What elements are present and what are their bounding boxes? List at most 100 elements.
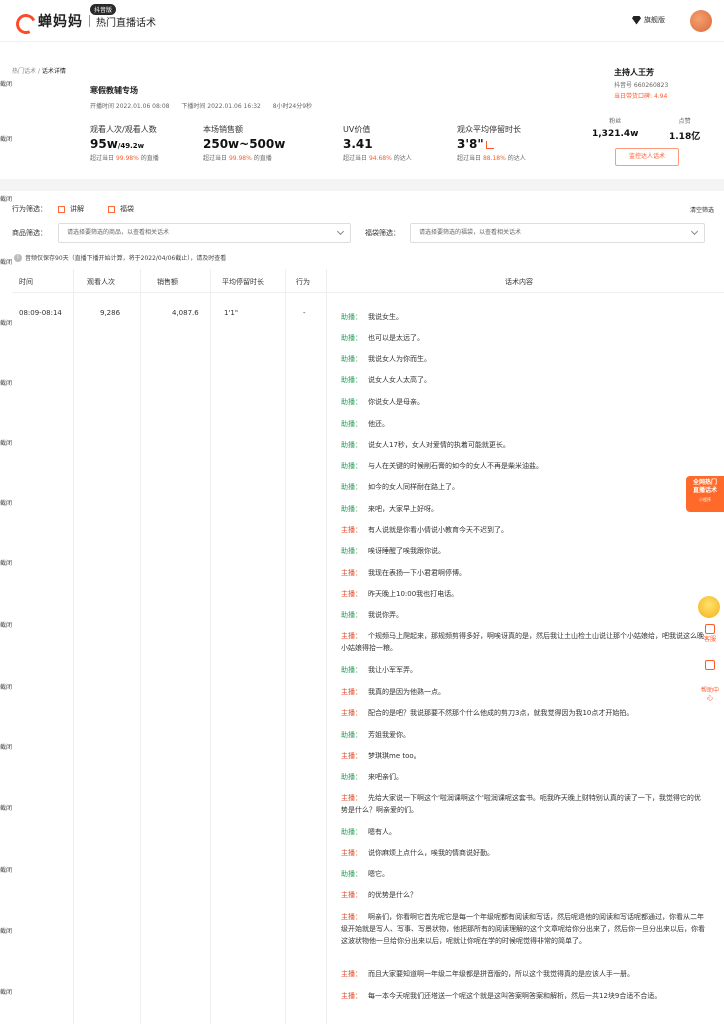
host-name[interactable]: 主持人王芳	[614, 67, 668, 78]
host-role-label: 主播：	[341, 913, 362, 921]
end-time: 下播时间 2022.01.06 16:32	[181, 103, 261, 110]
side-label: 截闭	[0, 259, 13, 266]
breadcrumb-current: 话术详情	[41, 68, 66, 75]
speech-text: 唉讶睡醒了唉我跟你说。	[368, 547, 445, 555]
assistant-role-label: 助播：	[341, 334, 362, 342]
assistant-role-label: 助播：	[341, 313, 362, 321]
select-placeholder: 请选择要筛选的福袋，以查看相关话术	[419, 229, 522, 236]
speech-text: 昨天晚上10:00我也打电话。	[368, 590, 459, 598]
side-label: 截闭	[0, 622, 13, 629]
speech-text: 如今的女人同样耐在路上了。	[368, 483, 459, 491]
speech-text: 有人说就是你看小倩说小教育今天不迟到了。	[368, 526, 508, 534]
live-times: 开播时间 2022.01.06 08:08 下播时间 2022.01.06 16…	[90, 101, 322, 110]
logo[interactable]: 蝉妈妈 抖音版 热门直播话术	[14, 4, 156, 31]
speech-line: 助播： 我说你弄。	[341, 609, 706, 621]
col-action: 行为	[296, 278, 310, 286]
host-role-label: 主播：	[341, 688, 362, 696]
fans-value: 1,321.4w	[592, 129, 639, 139]
mascot-icon[interactable]	[698, 596, 720, 618]
speech-text: 来吧亲们。	[368, 773, 403, 781]
speech-line: 助播： 我说女人为你而生。	[341, 353, 706, 365]
speech-text: 他还。	[368, 420, 389, 428]
qrcode-icon	[705, 660, 715, 670]
speech-text: 芳姐我爱你。	[368, 731, 410, 739]
stat-label: 观看人次/观看人数	[90, 125, 157, 134]
speech-line: 主播： 梦琪琪me too。	[341, 750, 706, 762]
stat-value: 250w~500w	[203, 137, 286, 151]
reputation-value: 4.94	[653, 93, 668, 100]
help-center-button[interactable]: 帮助中心	[700, 687, 720, 703]
stat-value: 95w	[90, 137, 118, 151]
column-divider	[285, 269, 286, 1024]
column-divider	[73, 269, 74, 1024]
assistant-role-label: 助播：	[341, 441, 362, 449]
column-divider	[210, 269, 211, 1024]
side-label: 截闭	[0, 81, 13, 88]
assistant-role-label: 助播：	[341, 547, 362, 555]
speech-text: 梦琪琪me too。	[368, 752, 421, 760]
speech-line: 助播： 嗯有人。	[341, 826, 706, 838]
assistant-role-label: 助播：	[341, 731, 362, 739]
col-speech: 话术内容	[505, 278, 533, 286]
col-sales: 销售额	[157, 278, 178, 286]
stat-compare-pct: 94.68%	[368, 155, 392, 162]
select-placeholder: 请选择要筛选的商品，以查看相关话术	[67, 229, 170, 236]
host-role-label: 主播：	[341, 849, 362, 857]
stat-stay: 观众平均停留时长 3'8" 超过当日 88.18% 的达人	[457, 124, 526, 162]
hot-speech-mini-program[interactable]: 全网热门 直播话术 小程序	[686, 476, 724, 512]
speech-line: 助播： 唉讶睡醒了唉我跟你说。	[341, 545, 706, 557]
stat-compare-prefix: 超过当日	[203, 155, 228, 162]
speech-text: 我说女生。	[368, 313, 403, 321]
assistant-role-label: 助播：	[341, 828, 362, 836]
side-label: 截闭	[0, 867, 13, 874]
speech-line: 主播： 而且大家要知道啊一年级二年级都是拼音版的，所以这个我觉得真的是应该人手一册…	[341, 968, 706, 980]
cell-stay: 1'1"	[224, 309, 239, 317]
breadcrumb-parent[interactable]: 热门话术	[12, 68, 36, 75]
likes-label: 点赞	[678, 118, 691, 125]
stat-compare-prefix: 超过当日	[457, 155, 482, 162]
stat-compare-pct: 88.18%	[482, 155, 506, 162]
host-role-label: 主播：	[341, 526, 362, 534]
speech-line: 主播： 的优势是什么？	[341, 889, 706, 901]
assistant-role-label: 助播：	[341, 773, 362, 781]
side-label: 截闭	[0, 928, 13, 935]
filter-explain-checkbox[interactable]: 讲解	[58, 204, 84, 214]
user-avatar[interactable]	[690, 10, 712, 32]
col-time: 时间	[19, 278, 33, 286]
assistant-role-label: 助播：	[341, 505, 362, 513]
speech-line: 主播： 我真的是因为他熟一点。	[341, 686, 706, 698]
filter-bag-checkbox[interactable]: 福袋	[108, 204, 134, 214]
tool-label: 帮助中心	[700, 687, 719, 702]
monitor-host-button[interactable]: 监控达人话术	[615, 148, 679, 166]
bag-select[interactable]: 请选择要筛选的福袋，以查看相关话术	[410, 223, 705, 243]
product-select[interactable]: 请选择要筛选的商品，以查看相关话术	[58, 223, 351, 243]
col-stay: 平均停留时长	[222, 278, 264, 286]
host-role-label: 主播：	[341, 891, 362, 899]
stat-value: 3.41	[343, 137, 373, 151]
side-label: 截闭	[0, 500, 13, 507]
speech-text: 我说你弄。	[368, 611, 403, 619]
speech-text: 说女人女人太高了。	[368, 376, 431, 384]
qrcode-button[interactable]	[700, 660, 720, 672]
stat-views: 观看人次/观看人数 95w/49.2w 超过当日 99.98% 的直播	[90, 124, 159, 162]
clear-filters-button[interactable]: 清空筛选	[690, 205, 714, 214]
assistant-role-label: 助播：	[341, 355, 362, 363]
host-role-label: 主播：	[341, 970, 362, 978]
top-bar: 蝉妈妈 抖音版 热门直播话术 旗舰版	[0, 0, 724, 42]
speech-text: 也可以是太远了。	[368, 334, 424, 342]
speech-line: 主播： 昨天晚上10:00我也打电话。	[341, 588, 706, 600]
card-line: 直播话术	[692, 487, 717, 494]
customer-service-button[interactable]: 客服	[700, 624, 720, 644]
trend-icon[interactable]	[485, 140, 494, 149]
col-views: 观看人次	[87, 278, 115, 286]
audio-notice: ! 音频仅保存90天（直播下播开始计算，将于2022/04/06截止），请及时查…	[14, 253, 226, 262]
speech-line: 主播： 说你麻烦上点什么，唉我的情商说好勤。	[341, 847, 706, 859]
speech-line: 主播： 先给大家说一下啊这个'啦润课啊这个'啦润课呢这套书。呃我昨天晚上财特别认真…	[341, 792, 706, 816]
breadcrumb: 热门话术 / 话术详情	[12, 66, 66, 75]
card-line: 全网热门	[692, 479, 717, 486]
vip-badge[interactable]: 旗舰版	[632, 15, 665, 25]
side-label: 截闭	[0, 440, 13, 447]
stat-label: 本场销售额	[203, 125, 243, 134]
stat-compare-suffix: 的直播	[253, 155, 272, 162]
notice-text: 音频仅保存90天（直播下播开始计算，将于2022/04/06截止），请及时查看	[25, 255, 227, 262]
